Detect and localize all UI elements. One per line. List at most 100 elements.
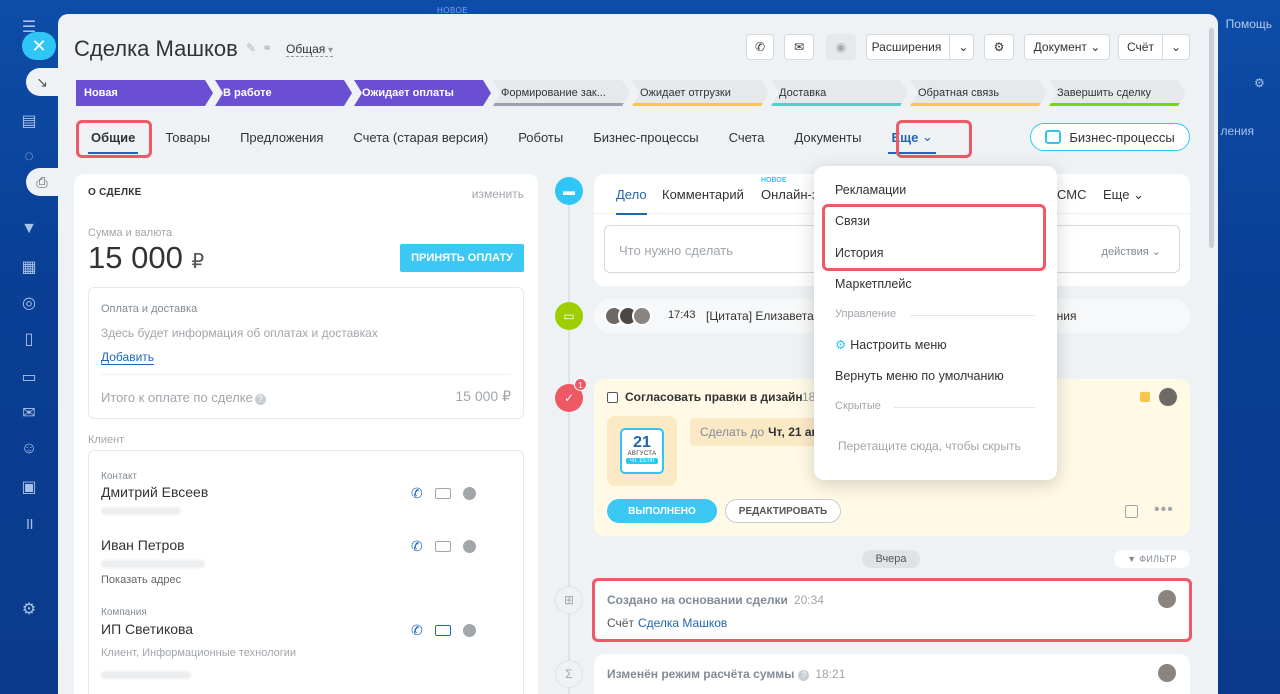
edit-link[interactable]: изменить <box>472 187 524 201</box>
settings-icon[interactable]: ⚙ <box>18 598 40 620</box>
show-address-link[interactable]: Показать адрес <box>101 574 181 586</box>
call-button[interactable]: ✆ <box>746 34 774 60</box>
task-counter-badge: 1 <box>574 378 587 391</box>
contact-actions: ✆ <box>411 485 476 502</box>
bp-button-label: Бизнес-процессы <box>1069 129 1175 145</box>
tasks-icon[interactable]: ▤ <box>18 110 40 132</box>
stage-item[interactable]: Обратная связь <box>910 80 1047 106</box>
complete-task-button[interactable]: ВЫПОЛНЕНО <box>607 499 717 523</box>
stage-item[interactable]: Формирование зак... <box>493 80 630 106</box>
event-title: Изменён режим расчёта суммы? 18:21 <box>607 667 845 681</box>
stage-item[interactable]: Новая <box>76 80 213 106</box>
invoice-button[interactable]: Счёт ⌄ <box>1118 34 1190 60</box>
mail-icon[interactable] <box>434 488 451 499</box>
pencil-icon[interactable]: ✎ <box>246 41 256 55</box>
help-link[interactable]: Помощь <box>1226 17 1272 31</box>
close-slider-button[interactable]: ✕ <box>22 32 56 60</box>
tab-old-invoices[interactable]: Счета (старая версия) <box>338 122 503 152</box>
minimize-button[interactable]: ↘ <box>26 68 58 96</box>
menu-item-reset[interactable]: Вернуть меню по умолчанию <box>835 369 1004 383</box>
chat-icon[interactable] <box>462 540 476 553</box>
editor-tab-task[interactable]: Дело <box>616 187 647 215</box>
business-processes-button[interactable]: Бизнес-процессы <box>1030 123 1190 151</box>
task-checkbox[interactable] <box>607 392 618 403</box>
calendar-icon[interactable]: ▦ <box>18 256 40 278</box>
timeline-sum-icon: Σ <box>555 660 583 688</box>
pause-icon[interactable]: ॥ <box>18 512 40 534</box>
stage-label: Доставка <box>779 87 827 99</box>
editor-tab-online[interactable]: Онлайн-з <box>761 187 818 202</box>
note-icon[interactable] <box>1125 505 1138 518</box>
chevron-down-icon: ⌄ <box>1090 40 1101 54</box>
monitor-icon[interactable]: ▣ <box>18 476 40 498</box>
tab-robots[interactable]: Роботы <box>503 122 578 152</box>
tab-products[interactable]: Товары <box>150 122 225 152</box>
stage-item[interactable]: Доставка <box>771 80 908 106</box>
stage-item[interactable]: Завершить сделку <box>1049 80 1186 106</box>
phone-icon[interactable]: ✆ <box>411 622 423 639</box>
filter-button[interactable]: ▼ ФИЛЬТР <box>1114 550 1190 568</box>
document-icon[interactable]: ▯ <box>18 328 40 350</box>
task-title[interactable]: Согласовать правки в дизайн <box>625 390 803 404</box>
phone-icon[interactable]: ✆ <box>411 538 423 555</box>
chat-icon[interactable]: ◌ <box>18 146 40 168</box>
right-settings-icon[interactable]: ⚙ <box>1254 76 1274 96</box>
more-dots-icon[interactable]: ••• <box>1154 501 1174 519</box>
extensions-button[interactable]: Расширения ⌄ <box>866 34 974 60</box>
tab-quotes[interactable]: Предложения <box>225 122 338 152</box>
stage-item[interactable]: Ожидает отгрузки <box>632 80 769 106</box>
chevron-down-icon: ⌄ <box>958 40 969 54</box>
timeline-comment-icon: ▭ <box>555 302 583 330</box>
tab-documents[interactable]: Документы <box>779 122 876 152</box>
settings-button[interactable]: ⚙ <box>984 34 1014 60</box>
mail-icon[interactable] <box>434 625 451 636</box>
document-button[interactable]: Документ ⌄ <box>1024 34 1110 60</box>
tab-business-processes[interactable]: Бизнес-процессы <box>578 122 713 152</box>
help-icon[interactable]: ? <box>798 670 810 681</box>
add-payment-link[interactable]: Добавить <box>101 350 155 365</box>
print-button[interactable]: ⎙ <box>26 168 58 196</box>
contact-label: Контакт <box>101 471 138 482</box>
chat-icon[interactable] <box>462 487 476 500</box>
menu-item-claims[interactable]: Рекламации <box>835 183 906 197</box>
calendar-time: ЧТ 15:00 <box>626 458 658 464</box>
contact-name[interactable]: Дмитрий Евсеев <box>101 484 208 500</box>
close-icon: ✕ <box>31 35 47 56</box>
editor-tab-more[interactable]: Еще ⌄ <box>1103 187 1144 203</box>
card-icon[interactable]: ▭ <box>18 366 40 388</box>
gear-icon: ⚙ <box>993 40 1005 54</box>
editor-tab-comment[interactable]: Комментарий <box>662 187 744 202</box>
mail-button[interactable]: ✉ <box>784 34 814 60</box>
edit-task-button[interactable]: РЕДАКТИРОВАТЬ <box>725 499 841 523</box>
phone-icon[interactable]: ✆ <box>411 485 423 502</box>
menu-section-hidden: Скрытые <box>835 400 881 412</box>
timeline-plus-icon: ⊞ <box>555 586 583 614</box>
calendar-icon: 21 АВГУСТА ЧТ 15:00 <box>620 428 664 474</box>
company-name[interactable]: ИП Светикова <box>101 621 193 637</box>
crm-icon[interactable]: ▼ <box>18 218 40 240</box>
mail-icon[interactable] <box>434 541 451 552</box>
users-icon[interactable]: ☺ <box>18 438 40 460</box>
menu-item-marketplace[interactable]: Маркетплейс <box>835 277 912 291</box>
client-box: Контакт Дмитрий Евсеев ✆ Иван Петров ✆ П… <box>88 450 524 694</box>
mail-icon[interactable]: ✉ <box>18 402 40 424</box>
chat-icon[interactable] <box>462 624 476 637</box>
link-icon[interactable]: ⚭ <box>262 41 272 55</box>
task-deadline[interactable]: Сделать до Чт, 21 авг <box>690 418 834 446</box>
menu-drop-zone[interactable]: Перетащите сюда, чтобы скрыть <box>838 439 1021 453</box>
openline-button[interactable]: ◉ <box>826 34 856 60</box>
category-select[interactable]: Общая <box>286 42 334 57</box>
stage-item[interactable]: В работе <box>215 80 352 106</box>
document-label: Документ <box>1033 40 1087 54</box>
scrollbar[interactable] <box>1209 28 1214 248</box>
contact-name[interactable]: Иван Петров <box>101 537 185 553</box>
accept-payment-button[interactable]: ПРИНЯТЬ ОПЛАТУ <box>400 244 524 272</box>
highlight-created-event <box>592 578 1192 642</box>
robot-icon[interactable]: ◎ <box>18 292 40 314</box>
menu-item-configure[interactable]: ⚙ Настроить меню <box>835 337 947 352</box>
stage-item[interactable]: Ожидает оплаты <box>354 80 491 106</box>
editor-tab-sms[interactable]: СМС <box>1057 187 1086 202</box>
flow-icon <box>1045 130 1062 144</box>
actions-dropdown[interactable]: действия ⌄ <box>1102 245 1161 258</box>
tab-invoices[interactable]: Счета <box>714 122 780 152</box>
